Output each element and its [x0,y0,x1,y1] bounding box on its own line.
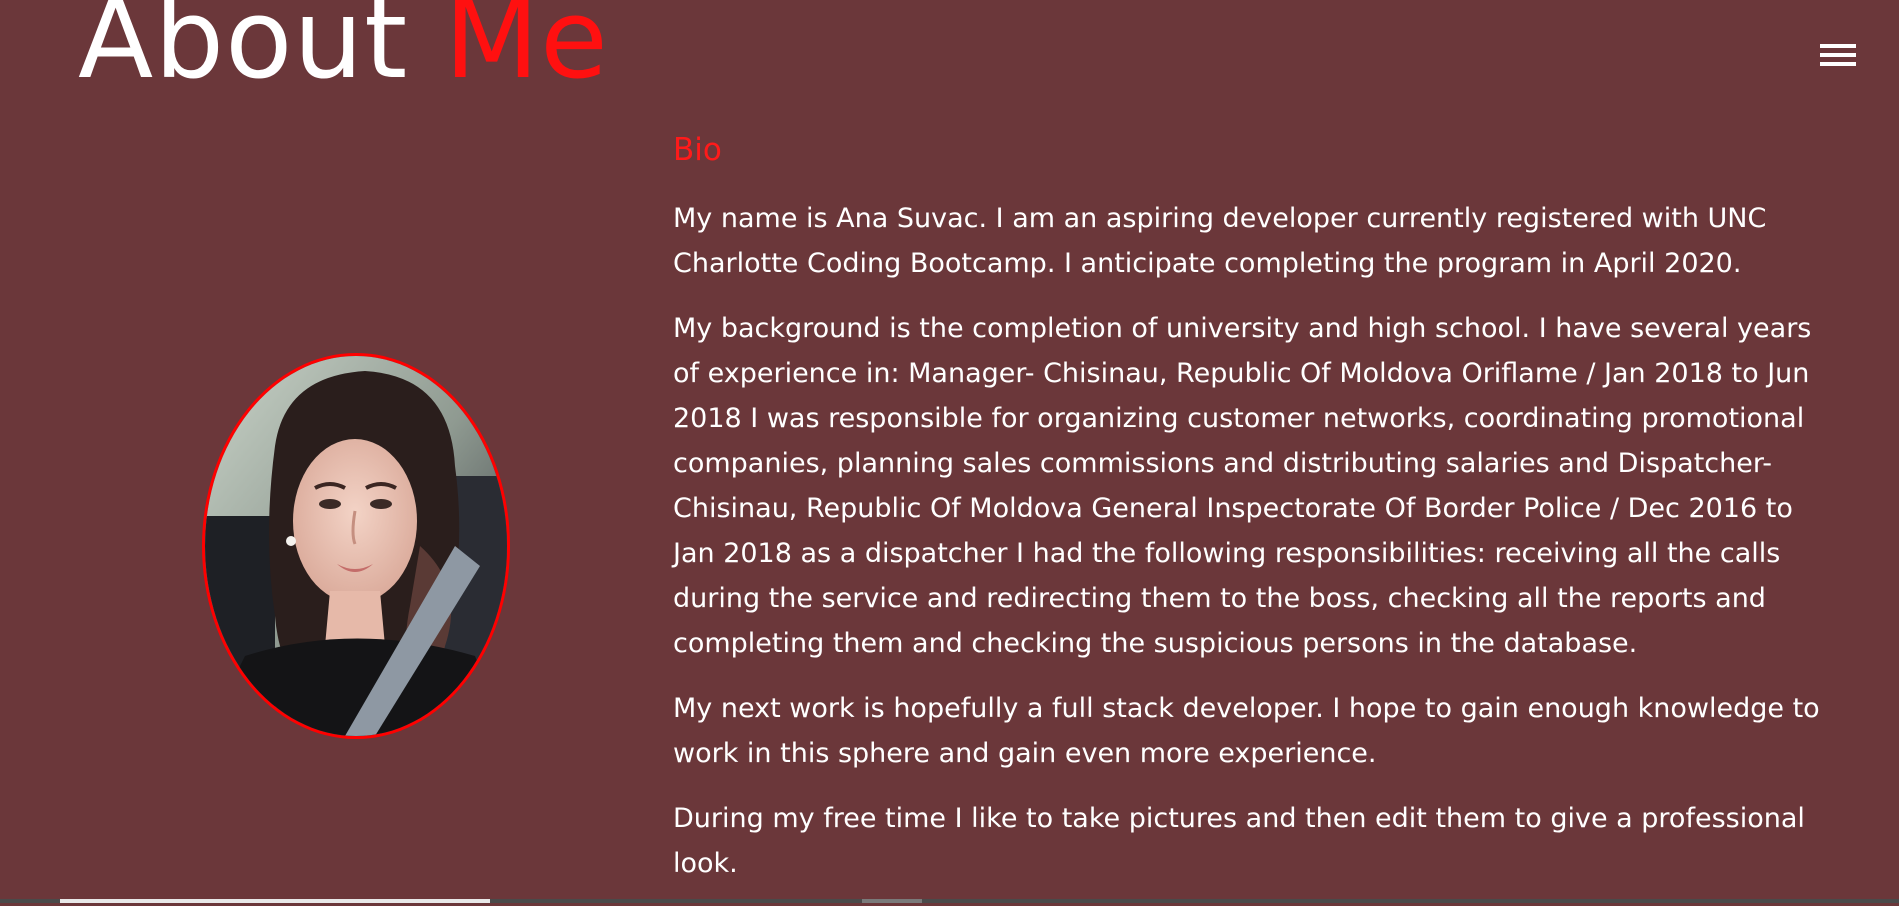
page-title-accent: Me [444,0,609,103]
scrollbar-thumb[interactable] [60,899,490,903]
bio-heading: Bio [673,132,722,168]
hamburger-line [1820,53,1856,57]
bio-paragraph: During my free time I like to take pictu… [673,803,1805,880]
bio-paragraph: My name is Ana Suvac. I am an aspiring d… [673,203,1767,280]
scrollbar-marker [862,899,922,903]
profile-photo [202,353,510,739]
hamburger-icon[interactable] [1820,44,1856,70]
horizontal-scrollbar[interactable] [0,899,1899,903]
profile-photo-illustration [205,356,507,736]
page-title-primary: About [78,0,409,103]
page-title: About Me [78,0,609,94]
bio-paragraph: My next work is hopefully a full stack d… [673,693,1820,770]
hamburger-line [1820,62,1856,66]
bio-paragraph: My background is the completion of unive… [673,313,1812,660]
hamburger-line [1820,44,1856,48]
bio-section: Bio My name is Ana Suvac. I am an aspiri… [673,130,1823,906]
